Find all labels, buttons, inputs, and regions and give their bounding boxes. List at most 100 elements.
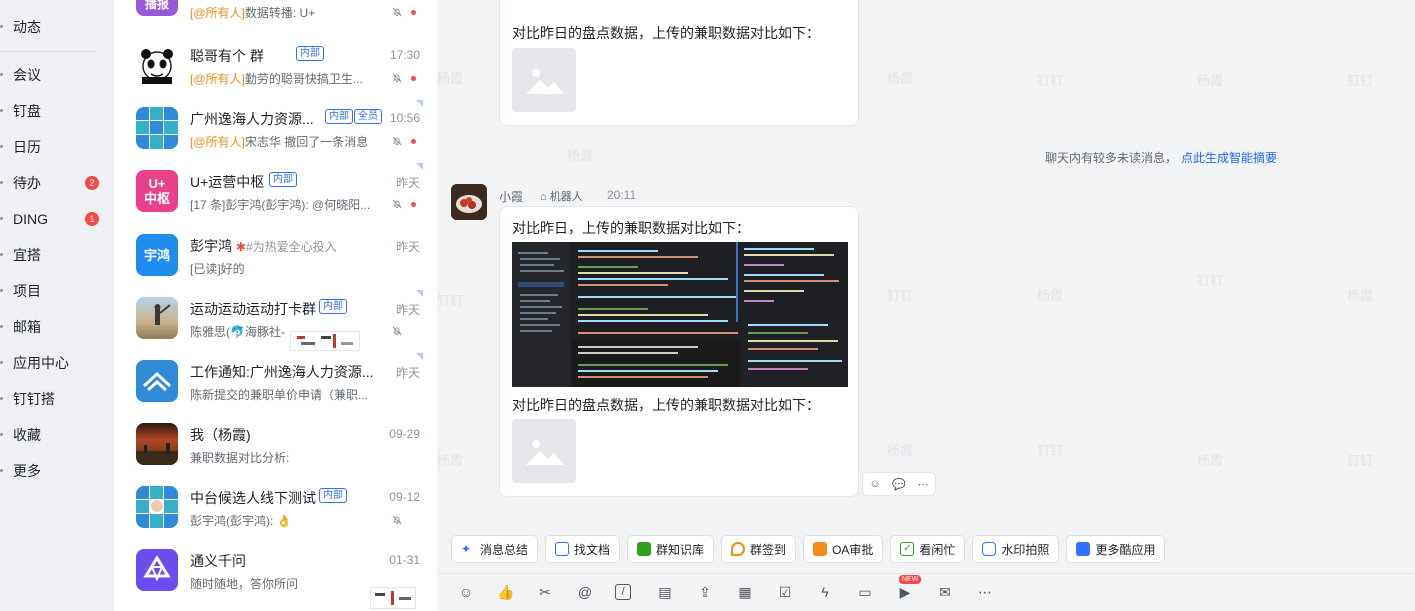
quick-app-oa-approval[interactable]: OA审批 — [803, 535, 884, 563]
conversation-item-work-notice[interactable]: 工作通知:广州逸海人力资源... 昨天 陈新提交的兼职单价申请（兼职... — [114, 350, 437, 413]
conversation-title: 通义千问 — [190, 553, 246, 569]
stamp-icon — [813, 542, 828, 556]
conversation-item-uplus-ops[interactable]: U+ 中枢 U+运营中枢 内部 昨天 [17 条]彭宇鸿(彭宇鸿): @何晓阳.… — [114, 160, 437, 223]
mosaic-icon — [375, 591, 411, 605]
conversation-item-candidate-test[interactable]: 中台候选人线下测试 内部 09-12 彭宇鸿(彭宇鸿): 👌 — [114, 476, 437, 539]
quick-app-find-doc[interactable]: 找文档 — [545, 535, 621, 563]
nav-item-yida[interactable]: 宜搭 — [0, 237, 114, 273]
reply-comment-icon[interactable]: 💬 — [887, 473, 911, 495]
doc-icon[interactable]: ▤ — [655, 582, 675, 602]
nav-divider — [0, 51, 97, 52]
thumbs-up-icon[interactable]: 👍 — [496, 582, 516, 602]
quick-app-availability[interactable]: ✓ 看闲忙 — [890, 535, 966, 563]
live-icon[interactable]: ▶ — [895, 582, 915, 602]
conversation-item-tongyi-qianwen[interactable]: 通义千问 01-31 随时随地，答你所问 — [114, 539, 437, 609]
watermark: 杨霞 — [1197, 73, 1224, 88]
quick-app-group-checkin[interactable]: 群签到 — [721, 535, 797, 563]
nav-item-label: 宜搭 — [13, 247, 41, 263]
nav-item-todo[interactable]: 待办 2 — [0, 165, 114, 201]
calendar-icon[interactable]: ▦ — [735, 582, 755, 602]
calendar-check-icon: ✓ — [900, 542, 915, 556]
avatar-text: U+ 中枢 — [143, 176, 170, 206]
nav-item-label: 会议 — [13, 67, 41, 83]
ding-count-badge: 1 — [85, 212, 99, 226]
sender-name[interactable]: 小霞 — [499, 188, 523, 205]
quick-app-label: 群签到 — [750, 542, 787, 557]
quick-app-knowledge-base[interactable]: 群知识库 — [627, 535, 715, 563]
mute-bell-icon — [392, 136, 402, 146]
conversation-item-conge-group[interactable]: 聪哥有个 群 内部 17:30 [@所有人]勤劳的聪哥快搞卫生... — [114, 34, 437, 97]
bullet-icon — [0, 181, 3, 184]
nav-item-ding[interactable]: DING 1 — [0, 201, 114, 237]
slash-command-icon[interactable]: / — [615, 584, 631, 600]
pinned-corner-icon — [416, 290, 423, 297]
bullet-icon — [0, 469, 3, 472]
add-reaction-icon[interactable]: ☺ — [863, 473, 887, 495]
nav-item-dingda[interactable]: 钉钉搭 — [0, 381, 114, 417]
nav-item-meeting[interactable]: 会议 — [0, 57, 114, 93]
quick-app-more-cool-apps[interactable]: 更多酷应用 — [1066, 535, 1166, 563]
checkbox-icon[interactable]: ☑ — [775, 582, 795, 602]
conversation-preview: 随时随地，答你所问 — [190, 577, 299, 591]
nav-item-mail[interactable]: 邮箱 — [0, 309, 114, 345]
nav-item-app-center[interactable]: 应用中心 — [0, 345, 114, 381]
avatar — [136, 360, 178, 402]
conversation-item-self[interactable]: 我（杨霞) 09-29 兼职数据对比分析: — [114, 413, 437, 476]
outdoor-photo-icon — [154, 304, 171, 325]
nav-item-label: 邮箱 — [13, 319, 41, 335]
avatar: 播报 — [136, 0, 178, 16]
more-actions-icon[interactable]: ⋯ — [911, 473, 935, 495]
scissors-icon[interactable]: ✂ — [535, 582, 555, 602]
avatar — [136, 549, 178, 591]
bullet-icon — [0, 25, 3, 28]
message-bubble[interactable]: 对比昨日的盘点数据，上传的兼职数据对比如下： — [499, 0, 859, 126]
conversation-time: 昨天 — [395, 366, 420, 380]
more-icon[interactable]: ⋯ — [975, 582, 995, 602]
quick-app-label: 找文档 — [574, 542, 611, 557]
conversation-preview: [@所有人]勤劳的聪哥快搞卫生... — [190, 70, 363, 87]
watermark: 杨霞 — [1197, 453, 1224, 468]
internal-tag: 内部 — [269, 172, 297, 187]
pinned-corner-icon — [416, 353, 423, 360]
watermark: 杨霞 — [1037, 288, 1064, 303]
conversation-item-peng-yuhong[interactable]: 宇鸿 彭宇鸿 ✱#为热爱全心投入 昨天 [已读]好的 — [114, 224, 437, 287]
bullet-icon — [0, 433, 3, 436]
watermark: 钉钉 — [1037, 73, 1064, 88]
folder-upload-icon[interactable]: ⇪ — [695, 582, 715, 602]
doc-search-icon — [555, 542, 570, 556]
conversation-preview: [已读]好的 — [190, 262, 245, 276]
nav-item-more[interactable]: 更多 — [0, 453, 114, 489]
nav-item-project[interactable]: 项目 — [0, 273, 114, 309]
message-actions: ☺ 💬 ⋯ — [862, 472, 936, 496]
mail-icon[interactable]: ✉ — [935, 582, 955, 602]
nav-item-drive[interactable]: 钉盘 — [0, 93, 114, 129]
conversation-title: 彭宇鸿 ✱#为热爱全心投入 — [190, 236, 337, 256]
conversation-item-sports-checkin[interactable]: 运动运动运动打卡群 内部 昨天 陈雅思(🐬海豚社- — [114, 287, 437, 351]
video-icon[interactable]: ▭ — [855, 582, 875, 602]
pinned-corner-icon — [416, 163, 423, 170]
conversation-item-yihai-hr[interactable]: 广州逸海人力资源... 内部 全员 10:56 [@所有人]宋志华 撤回了一条消… — [114, 97, 437, 160]
emoji-icon[interactable]: ☺ — [456, 582, 476, 602]
generate-summary-link[interactable]: 点此生成智能摘要 — [1181, 149, 1277, 166]
at-all-mention: [@所有人] — [190, 6, 245, 20]
fireworks-icon: ✱ — [235, 240, 246, 254]
nav-item-dynamics[interactable]: 动态 — [0, 9, 114, 45]
ding-lightning-icon[interactable]: ϟ — [815, 582, 835, 602]
quick-app-watermark-camera[interactable]: 水印拍照 — [972, 535, 1060, 563]
watermark: 杨霞 — [1347, 288, 1374, 303]
message-bubble[interactable]: 对比昨日，上传的兼职数据对比如下： 对比昨日的盘点数据，上传的兼职数据对比如下： — [499, 206, 859, 497]
code-screenshot-image[interactable] — [512, 242, 848, 387]
conversation-preview: [17 条]彭宇鸿(彭宇鸿): @何晓阳... — [190, 198, 371, 212]
panda-meme-icon — [141, 49, 173, 84]
preview-text: 勤劳的聪哥快搞卫生... — [244, 72, 363, 86]
nav-item-label: 项目 — [13, 283, 41, 299]
image-placeholder[interactable] — [512, 48, 576, 112]
quick-app-message-summary[interactable]: ✦ 消息总结 — [451, 535, 539, 563]
image-placeholder[interactable] — [512, 419, 576, 483]
sender-avatar[interactable] — [451, 184, 487, 220]
nav-item-favorites[interactable]: 收藏 — [0, 417, 114, 453]
conversation-preview: 彭宇鸿(彭宇鸿): 👌 — [190, 514, 292, 528]
nav-item-calendar[interactable]: 日历 — [0, 129, 114, 165]
location-pin-icon — [731, 542, 746, 556]
at-icon[interactable]: @ — [575, 582, 595, 602]
